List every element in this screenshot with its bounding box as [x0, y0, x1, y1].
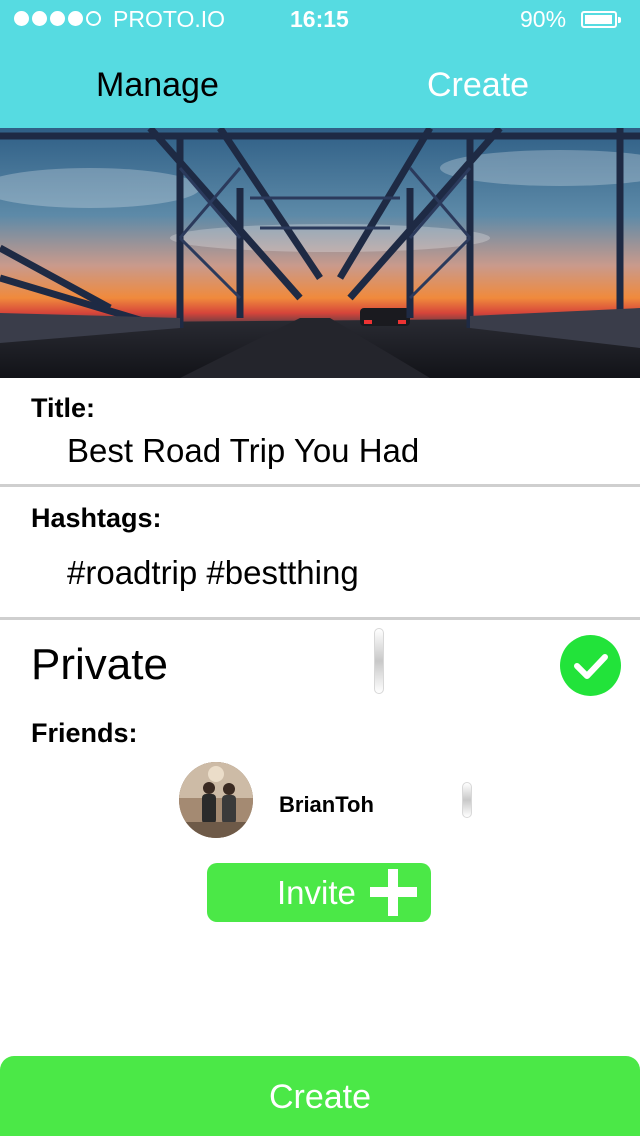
hashtags-label: Hashtags: — [31, 503, 162, 533]
check-icon — [574, 654, 608, 679]
friend-name: BrianToh — [279, 792, 374, 817]
title-input[interactable]: Best Road Trip You Had — [67, 432, 419, 470]
divider — [0, 484, 640, 487]
create-button[interactable]: Create — [0, 1056, 640, 1136]
private-toggle[interactable] — [560, 635, 621, 696]
signal-icon — [14, 11, 101, 26]
bridge-sunset-image — [0, 128, 640, 378]
avatar[interactable] — [179, 762, 253, 838]
status-bar: PROTO.IO 16:15 90% — [0, 0, 640, 40]
tab-create[interactable]: Create — [427, 66, 529, 105]
plus-icon — [370, 869, 417, 916]
friends-label: Friends: — [31, 718, 138, 748]
hashtags-input[interactable]: #roadtrip #bestthing — [67, 554, 359, 592]
friends-scroll-handle[interactable] — [462, 782, 472, 818]
cover-photo[interactable] — [0, 128, 640, 378]
app-header: PROTO.IO 16:15 90% Manage Create — [0, 0, 640, 128]
invite-button[interactable]: Invite — [207, 863, 431, 922]
status-time: 16:15 — [290, 6, 349, 32]
battery-percentage: 90% — [520, 6, 567, 32]
battery-icon — [581, 11, 621, 28]
divider — [0, 617, 640, 620]
private-label: Private — [31, 640, 168, 689]
invite-label: Invite — [277, 874, 356, 911]
carrier-name: PROTO.IO — [113, 6, 226, 32]
title-label: Title: — [31, 393, 96, 423]
scroll-handle[interactable] — [374, 628, 384, 694]
tab-manage[interactable]: Manage — [96, 66, 219, 105]
